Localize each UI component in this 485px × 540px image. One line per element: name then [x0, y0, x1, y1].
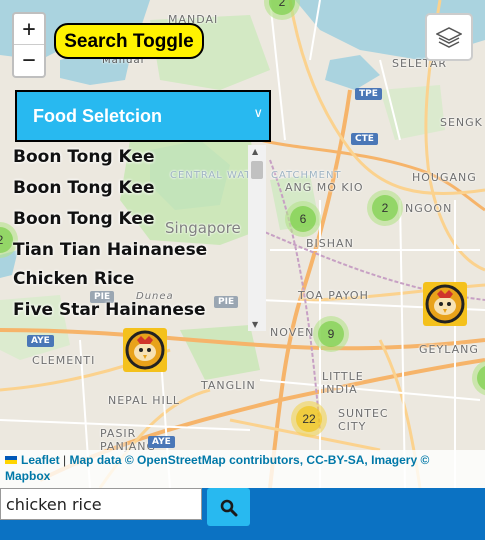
bottom-search-bar — [0, 488, 485, 540]
attribution-comma: , — [364, 453, 368, 467]
search-toggle-button[interactable]: Search Toggle — [54, 23, 204, 59]
rooster-icon — [425, 284, 465, 324]
marker-cluster[interactable]: 9 — [313, 316, 349, 352]
search-input[interactable] — [0, 488, 202, 520]
search-icon — [220, 499, 238, 517]
cluster-count: 2 — [372, 195, 398, 221]
app-root: MANDAI Mandai SELETAR SENGK HOUGANG ANG … — [0, 0, 485, 540]
list-item[interactable]: Five Star Hainanese — [0, 295, 266, 326]
list-item[interactable]: Boon Tong Kee — [0, 204, 266, 235]
scrollbar-thumb[interactable] — [251, 161, 263, 179]
road-shield-aye-2: AYE — [148, 436, 175, 448]
cluster-count: 2 — [269, 0, 295, 15]
place-label-clementi: CLEMENTI — [32, 354, 96, 367]
marker-cluster[interactable]: 2 — [367, 190, 403, 226]
zoom-out-button[interactable]: − — [14, 45, 44, 76]
ukraine-flag-icon — [5, 456, 17, 464]
list-item[interactable]: Boon Tong Kee — [0, 142, 266, 173]
place-label-novena: NOVEN — [270, 326, 315, 339]
place-label-toa-payoh: TOA PAYOH — [298, 289, 369, 302]
imagery-text: Imagery © — [371, 453, 430, 467]
search-button[interactable] — [207, 488, 250, 526]
zoom-in-button[interactable]: + — [14, 14, 44, 45]
rooster-icon — [125, 330, 165, 370]
place-label-little-india: LITTLE INDIA — [322, 370, 364, 396]
food-marker[interactable] — [123, 328, 167, 372]
scroll-up-icon[interactable]: ▲ — [252, 147, 258, 156]
place-label-nepal-hill: NEPAL HILL — [108, 394, 181, 407]
map-data-text: Map data © — [69, 453, 134, 467]
place-label-hougang: HOUGANG — [412, 171, 477, 184]
road-shield-tpe: TPE — [355, 88, 382, 100]
place-label-tanglin: TANGLIN — [201, 379, 256, 392]
road-shield-cte: CTE — [351, 133, 378, 145]
place-label-serangoon: NGOON — [405, 202, 453, 215]
road-shield-aye: AYE — [27, 335, 54, 347]
cluster-count: 22 — [296, 406, 322, 432]
place-label-geylang: GEYLANG — [419, 343, 479, 356]
place-label-bishan: BISHAN — [306, 237, 354, 250]
attribution-separator: | — [63, 453, 67, 467]
list-item[interactable]: Boon Tong Kee — [0, 173, 266, 204]
cluster-count: 9 — [318, 321, 344, 347]
cluster-count: 6 — [290, 206, 316, 232]
marker-cluster[interactable]: 22 — [291, 401, 327, 437]
food-selection-label: Food Seletcion — [33, 106, 163, 126]
mapbox-link[interactable]: Mapbox — [5, 469, 50, 483]
cluster-count — [477, 365, 485, 391]
layers-icon — [436, 27, 462, 48]
results-list: Boon Tong Kee Boon Tong Kee Boon Tong Ke… — [0, 142, 266, 330]
chevron-down-icon: ∨ — [253, 106, 263, 121]
results-scrollbar[interactable]: ▲ ▼ — [248, 145, 266, 331]
leaflet-link[interactable]: Leaflet — [21, 453, 60, 467]
place-label-sengkang: SENGK — [440, 116, 483, 129]
list-item[interactable]: Tian Tian Hainanese — [0, 235, 266, 266]
contributors-text: contributors, — [229, 453, 304, 467]
zoom-control: + − — [12, 12, 46, 78]
place-label-ang-mo-kio: ANG MO KIO — [285, 181, 364, 194]
osm-link[interactable]: OpenStreetMap — [137, 453, 226, 467]
marker-cluster[interactable]: 6 — [285, 201, 321, 237]
food-marker[interactable] — [423, 282, 467, 326]
scroll-down-icon[interactable]: ▼ — [252, 320, 258, 329]
layers-button[interactable] — [425, 13, 473, 61]
place-label-suntec: SUNTEC CITY — [338, 407, 389, 433]
license-link[interactable]: CC-BY-SA — [306, 453, 364, 467]
food-selection-dropdown[interactable]: Food Seletcion ∨ — [15, 90, 271, 142]
map-attribution: Leaflet | Map data © OpenStreetMap contr… — [0, 450, 485, 488]
list-item[interactable]: Chicken Rice — [0, 266, 266, 295]
